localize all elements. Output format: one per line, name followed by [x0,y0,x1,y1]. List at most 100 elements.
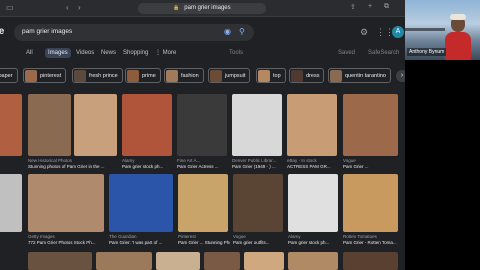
webcam-video-tile: Anthony Bynum [405,0,480,60]
image-caption[interactable]: New Historical Photos Stunning photos of… [28,158,118,170]
chip-thumbnail [330,69,342,82]
participant-name: Anthony Bynum [407,48,447,56]
chip-prime[interactable]: prime [125,68,161,83]
image-result[interactable] [156,252,200,270]
image-caption[interactable]: Alamy Pam grier stock ph... [288,234,340,246]
image-result[interactable] [177,94,227,156]
background-bridge [405,28,445,31]
chip-fresh-prince[interactable]: fresh prince [72,68,123,83]
chip-thumbnail [127,69,139,82]
image-title: Pam grier outfits... [233,240,270,245]
image-result[interactable] [28,94,71,156]
address-text: pam grier images [184,5,231,11]
participant-figure [445,14,471,60]
image-result[interactable] [232,94,282,156]
chip-label: jumpsuit [225,72,246,79]
image-title: Pam Grier ... [343,164,369,169]
chip-thumbnail [25,69,37,82]
chip-allpaper[interactable]: allpaper [0,68,18,83]
share-icon[interactable]: ⇪ [350,3,356,11]
search-tabs: All Images Videos News Shopping ⋮ More T… [0,46,405,60]
settings-gear-icon[interactable]: ⚙ [360,27,368,38]
image-result[interactable] [178,174,228,232]
chip-label: dress [306,72,320,79]
saved-link[interactable]: Saved [338,48,355,58]
safesearch-link[interactable]: SafeSearch [368,48,399,58]
camera-icon[interactable]: ◉ [224,27,231,36]
image-result[interactable] [288,174,338,232]
chip-thumbnail [166,69,178,82]
chip-top[interactable]: top [256,68,286,83]
browser-toolbar: ▭ ‹ › 🔒 pam grier images ⇪ + ⧉ [0,0,405,17]
chip-dress[interactable]: dress [289,68,325,83]
image-title: 772 Pam Grier Photos Stock Ph... [28,240,96,245]
search-input[interactable]: pam grier images ◉ ⚲ [14,24,254,41]
image-result[interactable] [96,252,152,270]
chip-pinterest[interactable]: pinterest [23,68,67,83]
image-title: ACTRESS PAM GR... [287,164,331,169]
back-icon[interactable]: ‹ [66,3,69,13]
image-caption[interactable]: Getty Images 772 Pam Grier Photos Stock … [28,234,106,246]
image-title: Pam Grier ... Stunning Photos... [178,240,230,245]
image-caption[interactable]: Pinterest Pam Grier ... Stunning Photos.… [178,234,230,246]
image-result[interactable] [287,94,337,156]
chip-label: prime [142,72,156,79]
image-result[interactable] [0,94,22,156]
image-title: Pam grier stock ph... [288,240,330,245]
tab-images[interactable]: Images [45,48,71,58]
image-title: Pam Grier Actress ... [177,164,219,169]
image-result[interactable] [122,94,172,156]
chip-quentin-tarantino[interactable]: quentin tarantino [328,68,391,83]
image-result[interactable] [343,94,398,156]
chip-jumpsuit[interactable]: jumpsuit [208,68,251,83]
chip-thumbnail [210,69,222,82]
image-caption[interactable]: Vogue Pam grier outfits... [233,234,285,246]
tab-all[interactable]: All [26,48,33,58]
image-result[interactable] [204,252,240,270]
sidebar-icon[interactable]: ▭ [6,3,14,13]
image-title: Pam Grier (1949 - ) ... [232,164,276,169]
image-result[interactable] [109,174,173,232]
chevron-right-icon[interactable]: › [396,70,405,82]
tab-news[interactable]: News [101,48,116,58]
image-result[interactable] [28,252,92,270]
image-caption[interactable]: The Guardian Pam Grier: 'I was part of .… [109,234,175,246]
image-caption[interactable]: eBay · In stock ACTRESS PAM GR... [287,158,339,170]
image-result[interactable] [0,174,22,232]
tab-tools[interactable]: Tools [229,48,243,58]
browser-window: ▭ ‹ › 🔒 pam grier images ⇪ + ⧉ le pam gr… [0,0,405,270]
google-logo[interactable]: le [0,26,4,37]
address-bar[interactable]: 🔒 pam grier images [138,3,266,14]
image-result[interactable] [233,174,283,232]
image-caption[interactable]: Vogue Pam Grier ... [343,158,398,170]
tab-overview-icon[interactable]: ⧉ [384,3,389,11]
image-title: Stunning photos of Pam Grier in the ... [28,164,105,169]
image-caption[interactable]: Alamy Pam grier stock ph... [122,158,174,170]
tab-videos[interactable]: Videos [76,48,94,58]
sidebar-background [405,60,480,270]
tab-shopping[interactable]: Shopping [123,48,148,58]
chip-label: pinterest [40,72,62,79]
tab-more[interactable]: ⋮ More [155,48,176,58]
image-caption[interactable]: Rotten Tomatoes Pam Grier - Rotten Toma.… [343,234,398,246]
chip-thumbnail [291,69,303,82]
search-query: pam grier images [22,28,73,35]
image-result[interactable] [288,252,338,270]
forward-icon[interactable]: › [78,3,81,13]
chip-fashion[interactable]: fashion [164,68,204,83]
image-result[interactable] [244,252,284,270]
image-caption[interactable]: Denver Public Librar... Pam Grier (1949 … [232,158,284,170]
image-title: Pam Grier - Rotten Toma... [343,240,397,245]
image-result[interactable] [28,174,104,232]
avatar[interactable]: A [392,26,404,38]
image-caption[interactable]: Fine Art A... Pam Grier Actress ... [177,158,229,170]
chip-label: quentin tarantino [345,72,386,79]
image-result[interactable] [343,252,398,270]
chip-label: fashion [181,72,199,79]
search-icon[interactable]: ⚲ [239,27,245,36]
image-result[interactable] [343,174,398,232]
related-chips: allpaper pinterest fresh prince prime fa… [0,66,405,86]
chip-label: top [273,72,281,79]
image-result[interactable] [74,94,117,156]
new-tab-icon[interactable]: + [368,3,372,10]
